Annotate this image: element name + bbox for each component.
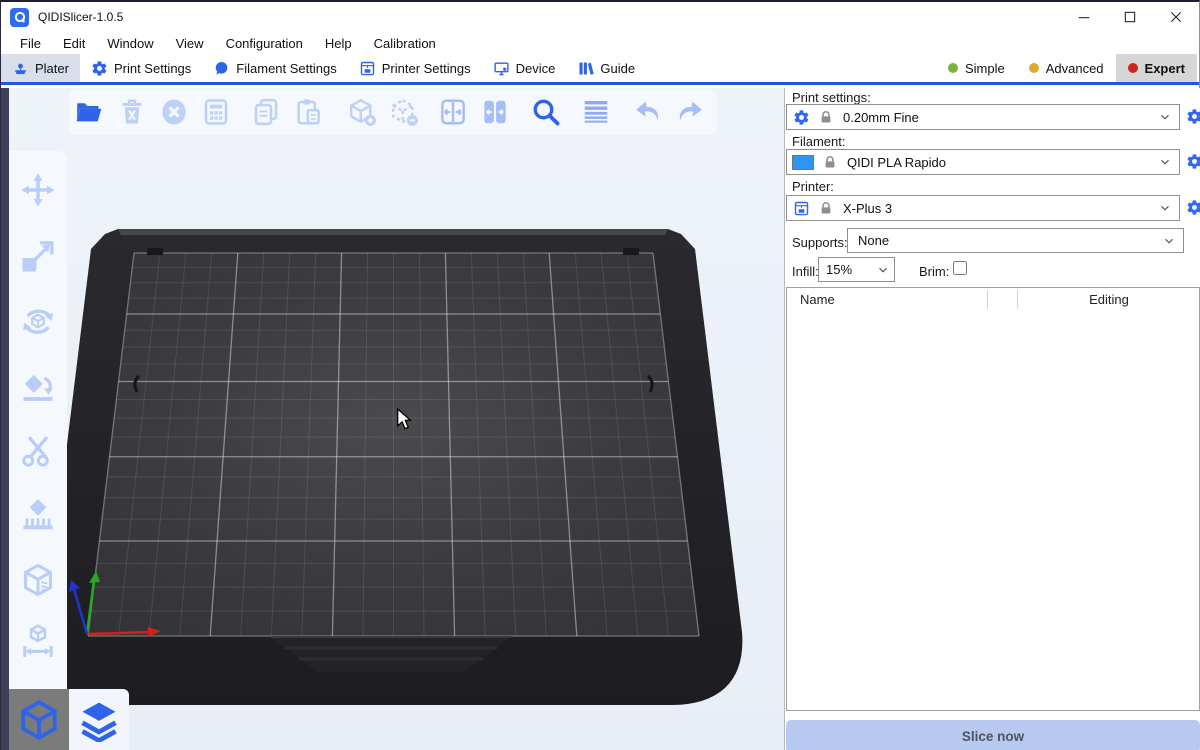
printer-icon [359, 60, 376, 77]
slice-now-button[interactable]: Slice now [786, 720, 1200, 750]
supports-label: Supports: [792, 235, 848, 250]
close-icon[interactable] [1153, 2, 1199, 32]
move-icon[interactable] [19, 171, 57, 209]
preview-view-button[interactable] [69, 689, 129, 750]
filament-combo[interactable]: QIDI PLA Rapido [786, 149, 1180, 175]
filament-label: Filament: [792, 134, 845, 149]
infill-label: Infill: [792, 264, 819, 279]
object-list[interactable]: Name Editing [786, 287, 1200, 711]
plater-icon [12, 60, 29, 77]
chevron-down-icon [1163, 235, 1175, 247]
advanced-dot-icon [1029, 63, 1039, 73]
paste-icon[interactable] [291, 95, 325, 129]
app-icon [10, 8, 29, 27]
printer-combo[interactable]: X-Plus 3 [786, 195, 1180, 221]
tab-filament-settings[interactable]: Filament Settings [202, 54, 347, 82]
mode-simple[interactable]: Simple [936, 54, 1017, 82]
mode-switch: Simple Advanced Expert [936, 54, 1199, 82]
lock-icon [823, 155, 837, 169]
undo-icon[interactable] [631, 95, 665, 129]
settings-panel: Print settings: 0.20mm Fine Filament: QI… [784, 88, 1200, 750]
gizmo-toolbar [9, 151, 67, 706]
cut-icon[interactable] [19, 432, 57, 470]
rotate-icon[interactable] [19, 302, 57, 340]
3d-viewport[interactable] [1, 88, 784, 750]
arrange-icon[interactable] [199, 95, 233, 129]
chevron-down-icon [877, 264, 889, 276]
print-settings-combo[interactable]: 0.20mm Fine [786, 104, 1180, 130]
delete-icon[interactable] [115, 95, 149, 129]
minimize-icon[interactable] [1061, 2, 1107, 32]
supports-combo[interactable]: None [847, 228, 1184, 253]
tab-printer-settings[interactable]: Printer Settings [348, 54, 482, 82]
tab-print-settings[interactable]: Print Settings [80, 54, 202, 82]
open-folder-icon[interactable] [72, 95, 106, 129]
print-settings-label: Print settings: [792, 90, 871, 105]
filament-color-swatch [792, 155, 814, 170]
menu-file[interactable]: File [9, 36, 52, 51]
printer-label: Printer: [792, 179, 834, 194]
mode-expert[interactable]: Expert [1116, 54, 1197, 82]
menu-calibration[interactable]: Calibration [363, 36, 447, 51]
redo-icon[interactable] [673, 95, 707, 129]
tab-bar: Plater Print Settings Filament Settings … [1, 54, 1199, 85]
brim-label: Brim: [919, 264, 949, 279]
column-name: Name [800, 292, 835, 307]
print-bed [1, 88, 784, 750]
editor-view-button[interactable] [9, 689, 69, 750]
tab-guide[interactable]: Guide [566, 54, 646, 82]
seam-paint-icon[interactable] [19, 561, 57, 599]
guide-icon [577, 60, 594, 77]
plater-toolbar [69, 90, 717, 135]
search-icon[interactable] [529, 95, 563, 129]
app-window: QIDISlicer-1.0.5 File Edit Window View C… [0, 0, 1200, 750]
menu-configuration[interactable]: Configuration [215, 36, 314, 51]
maximize-icon[interactable] [1107, 2, 1153, 32]
gear-icon [91, 60, 108, 77]
brim-checkbox[interactable] [953, 261, 967, 275]
print-settings-gear-button[interactable] [1186, 108, 1200, 125]
delete-all-icon[interactable] [157, 95, 191, 129]
column-separator [987, 290, 988, 309]
viewport-edge [1, 88, 9, 750]
gear-icon [793, 109, 810, 126]
chevron-down-icon [1159, 202, 1171, 214]
split-objects-icon[interactable] [436, 95, 470, 129]
tab-device[interactable]: Device [482, 54, 567, 82]
filament-icon [213, 60, 230, 77]
mouse-cursor [396, 408, 412, 430]
column-editing: Editing [1017, 292, 1200, 307]
copy-icon[interactable] [249, 95, 283, 129]
scale-icon[interactable] [19, 237, 57, 275]
view-switch [9, 689, 129, 750]
window-title: QIDISlicer-1.0.5 [38, 10, 123, 24]
simple-dot-icon [948, 63, 958, 73]
chevron-down-icon [1159, 111, 1171, 123]
menu-view[interactable]: View [165, 36, 215, 51]
add-instance-icon[interactable] [345, 95, 379, 129]
menu-window[interactable]: Window [96, 36, 164, 51]
measure-icon[interactable] [19, 622, 57, 660]
expert-dot-icon [1128, 63, 1138, 73]
chevron-down-icon [1159, 156, 1171, 168]
printer-gear-button[interactable] [1186, 199, 1200, 216]
split-parts-icon[interactable] [478, 95, 512, 129]
tab-plater[interactable]: Plater [1, 54, 80, 82]
menu-help[interactable]: Help [314, 36, 363, 51]
printer-icon [793, 200, 810, 217]
layer-height-icon[interactable] [579, 95, 613, 129]
menu-edit[interactable]: Edit [52, 36, 96, 51]
lock-icon [819, 110, 833, 124]
device-icon [493, 60, 510, 77]
filament-gear-button[interactable] [1186, 153, 1200, 170]
title-bar: QIDISlicer-1.0.5 [1, 2, 1199, 32]
place-on-face-icon[interactable] [19, 367, 57, 405]
lock-icon [819, 201, 833, 215]
mode-advanced[interactable]: Advanced [1017, 54, 1116, 82]
remove-instance-icon[interactable] [387, 95, 421, 129]
menu-bar: File Edit Window View Configuration Help… [1, 32, 1199, 54]
infill-combo[interactable]: 15% [818, 257, 895, 282]
support-paint-icon[interactable] [19, 496, 57, 534]
